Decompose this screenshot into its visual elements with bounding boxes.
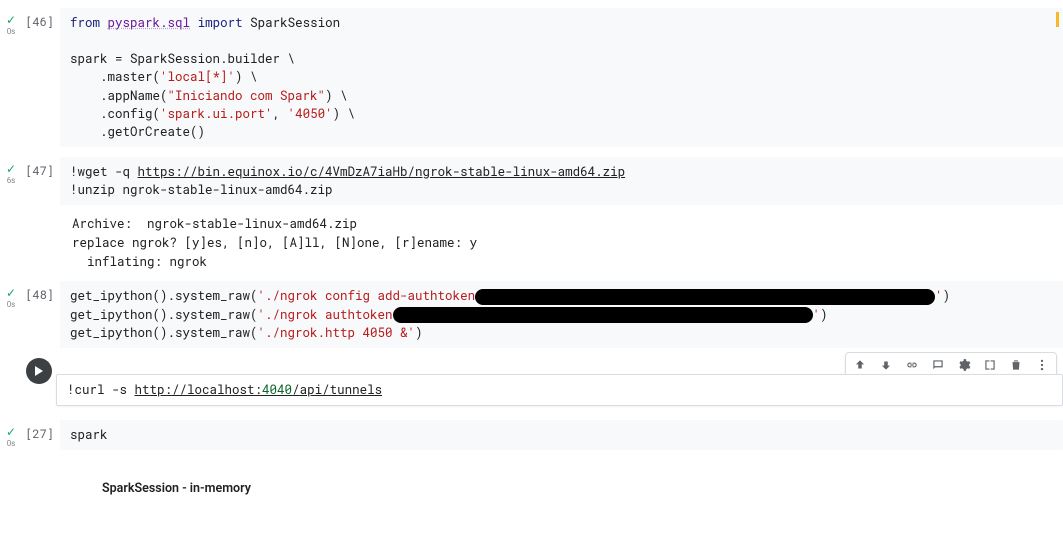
mirror-icon[interactable]	[980, 355, 1000, 375]
cell-gutter: ✓ 0s	[0, 420, 22, 450]
cell-output: SparkSession - in-memory	[60, 454, 1063, 527]
link-icon[interactable]	[902, 355, 922, 375]
cell-gutter: ✓ 0s	[0, 8, 22, 147]
execution-count: [27]	[22, 420, 60, 450]
redacted-token	[393, 307, 813, 323]
warning-bar-icon	[1056, 12, 1059, 27]
cell-gutter: ✓ 6s	[0, 157, 22, 205]
notebook: ✓ 0s [46] from pyspark.sql import SparkS…	[0, 0, 1063, 535]
execution-count: [47]	[22, 157, 60, 205]
run-cell-button[interactable]	[26, 358, 52, 384]
execution-count: [46]	[22, 8, 60, 147]
cell-27: ✓ 0s [27] spark	[0, 420, 1063, 450]
cell-48: ✓ 0s [48] get_ipython().system_raw('./ng…	[0, 281, 1063, 347]
cell-gutter	[0, 354, 22, 406]
code-input[interactable]: !wget -q https://bin.equinox.io/c/4VmDzA…	[60, 157, 1063, 205]
check-icon: ✓	[6, 163, 16, 175]
code-input[interactable]: !curl -s http://localhost:4040/api/tunne…	[56, 374, 1063, 406]
cell-timing: 6s	[7, 176, 16, 185]
cell-timing: 0s	[7, 439, 16, 448]
settings-icon[interactable]	[954, 355, 974, 375]
check-icon: ✓	[6, 14, 16, 26]
cell-timing: 0s	[7, 27, 16, 36]
comment-icon[interactable]	[928, 355, 948, 375]
cell-gutter: ✓ 0s	[0, 281, 22, 347]
url-link[interactable]: http://localhost:4040/api/tunnels	[135, 382, 383, 398]
check-icon: ✓	[6, 426, 16, 438]
cell-timing: 0s	[7, 300, 16, 309]
code-input[interactable]: get_ipython().system_raw('./ngrok config…	[60, 281, 1063, 347]
code-input[interactable]: spark	[60, 420, 1063, 450]
cell-46: ✓ 0s [46] from pyspark.sql import SparkS…	[0, 8, 1063, 147]
delete-icon[interactable]	[1006, 355, 1026, 375]
cell-47: ✓ 6s [47] !wget -q https://bin.equinox.i…	[0, 157, 1063, 205]
cell-output: Archive: ngrok-stable-linux-amd64.zip re…	[60, 209, 1063, 281]
move-down-icon[interactable]	[876, 355, 896, 375]
redacted-token	[475, 289, 935, 305]
move-up-icon[interactable]	[850, 355, 870, 375]
output-title: SparkSession - in-memory	[102, 481, 251, 496]
code-input[interactable]: from pyspark.sql import SparkSession spa…	[60, 8, 1063, 147]
check-icon: ✓	[6, 287, 16, 299]
cell-current: !curl -s http://localhost:4040/api/tunne…	[0, 354, 1063, 406]
execution-count: [48]	[22, 281, 60, 347]
url-link[interactable]: https://bin.equinox.io/c/4VmDzA7iaHb/ngr…	[138, 164, 626, 180]
more-icon[interactable]	[1032, 355, 1052, 375]
